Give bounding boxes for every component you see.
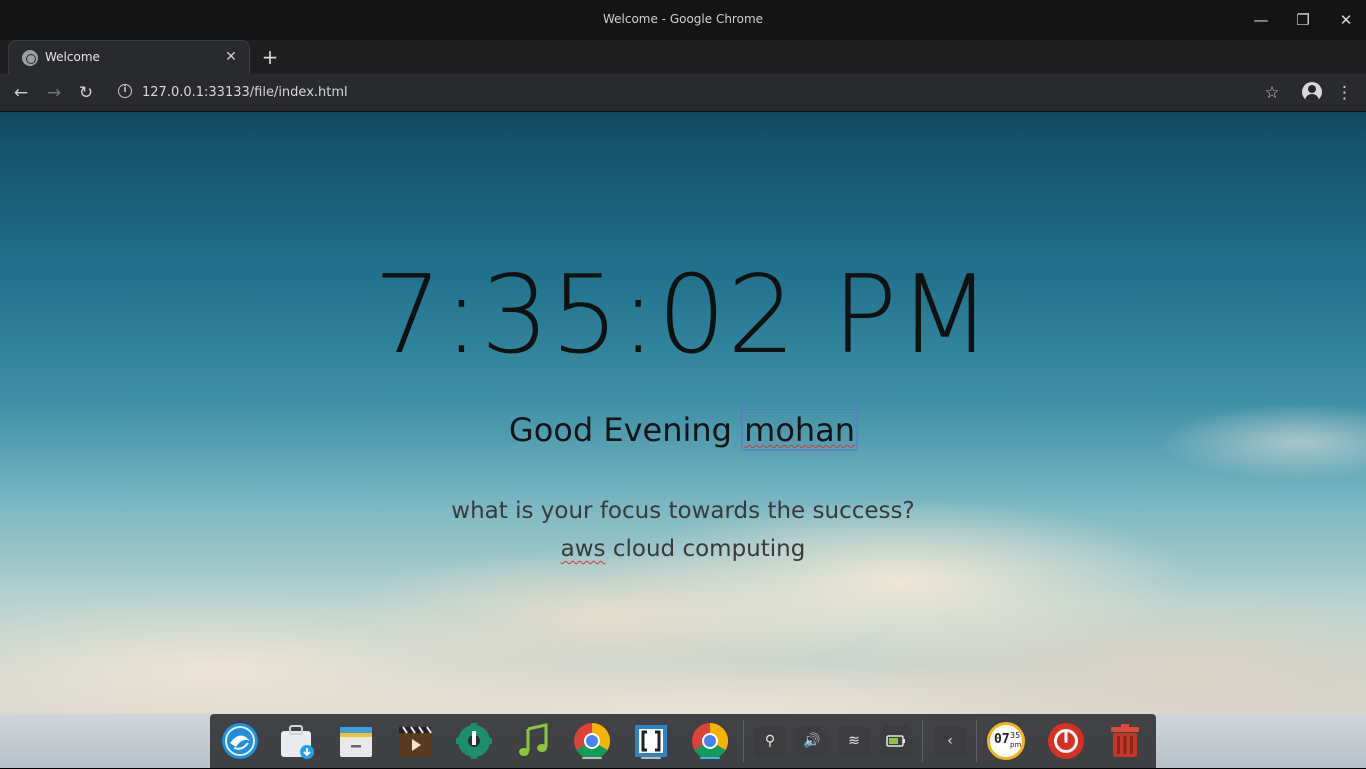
collapse-tray-button[interactable]: ‹ [934,725,966,757]
dock-clock-hour: 07 [994,732,1010,747]
movie-player-icon[interactable] [395,721,435,761]
tab-welcome[interactable]: Welcome ✕ [8,40,250,74]
browser-toolbar: ← → ↻ i 127.0.0.1:33133/file/index.html … [0,74,1366,112]
chrome-icon[interactable] [572,721,612,761]
dock-clock-ampm: pm [1010,741,1022,749]
file-manager-icon[interactable] [336,721,376,761]
active-indicator [700,757,720,759]
dock: ⚲ 🔊 ≋ ‹ 07 35 pm [210,714,1156,768]
focus-answer-rest[interactable]: cloud computing [613,536,805,562]
name-editable[interactable]: mohan [741,408,859,452]
music-icon[interactable] [513,721,553,761]
chrome-alt-icon[interactable] [690,721,730,761]
trash-icon[interactable] [1105,721,1145,761]
greeting-text: Good Evening [508,411,732,449]
deepin-launcher-icon[interactable] [220,721,260,761]
dock-separator [976,720,977,762]
globe-icon [22,50,38,66]
name-text[interactable]: mohan [744,411,855,449]
restore-button[interactable]: ❐ [1290,8,1316,32]
page-viewport: 7:35:02 PM Good Evening mohan what is yo… [0,112,1366,714]
battery-icon[interactable] [880,725,912,757]
usb-icon[interactable]: ⚲ [754,725,786,757]
settings-icon[interactable] [454,721,494,761]
power-icon[interactable] [1046,721,1086,761]
running-indicator [582,757,602,759]
dock-separator [922,720,923,762]
close-window-button[interactable]: ✕ [1333,8,1359,32]
focus-answer-word[interactable]: aws [561,536,606,562]
url-text[interactable]: 127.0.0.1:33133/file/index.html [142,85,348,100]
tab-close-button[interactable]: ✕ [221,47,241,67]
brackets-icon[interactable] [631,721,671,761]
profile-avatar-icon[interactable] [1302,82,1322,102]
dock-clock-minute: 35 [1010,731,1021,740]
tab-strip: Welcome ✕ + [0,40,1366,74]
dock-separator [743,720,744,762]
window-titlebar: Welcome - Google Chrome — ❐ ✕ [0,0,1366,40]
wifi-icon[interactable]: ≋ [838,725,870,757]
focus-answer[interactable]: aws cloud computing [0,536,1366,562]
minimize-button[interactable]: — [1248,8,1274,32]
reload-button[interactable]: ↻ [74,81,98,105]
window-title: Welcome - Google Chrome [602,12,764,26]
bookmark-star-icon[interactable]: ☆ [1261,81,1283,105]
focus-question: what is your focus towards the success? [451,498,915,524]
time-display: 7:35:02 PM [373,253,993,378]
running-indicator [641,757,661,759]
forward-button[interactable]: → [42,81,66,105]
chrome-menu-button[interactable]: ⋮ [1336,81,1353,105]
new-tab-button[interactable]: + [258,44,282,70]
volume-icon[interactable]: 🔊 [796,725,828,757]
tab-label: Welcome [45,50,100,64]
back-button[interactable]: ← [9,81,33,105]
app-store-icon[interactable] [277,721,317,761]
site-info-icon[interactable]: i [118,84,132,98]
greeting: Good Evening mohan [0,408,1366,452]
dock-clock-icon[interactable]: 07 35 pm [987,722,1025,760]
address-bar[interactable]: i 127.0.0.1:33133/file/index.html [110,78,1290,108]
